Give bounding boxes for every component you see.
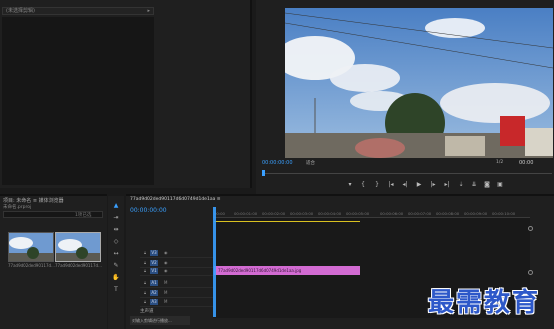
ruler-tick-label: 00:00:04:00	[318, 211, 342, 216]
program-scrub-bar[interactable]	[262, 168, 552, 174]
slip-tool-icon[interactable]: ↔	[112, 250, 120, 258]
project-clip-label: 77ad9d02ded90117d...	[55, 263, 102, 268]
status-bar: 对输入剪辑进行播放...	[130, 316, 190, 325]
ruler-tick-label: 00:00:06:00	[380, 211, 404, 216]
thumbnail-image	[56, 233, 100, 261]
selection-tool-icon[interactable]: ▲	[112, 202, 120, 210]
mark-in-icon[interactable]: {	[358, 181, 368, 189]
program-playhead[interactable]	[262, 170, 265, 176]
track-label[interactable]: V3	[150, 250, 158, 256]
scroll-handle[interactable]	[528, 226, 533, 231]
compare-icon[interactable]: ▣	[495, 181, 505, 189]
razor-tool-icon[interactable]: ◇	[112, 238, 120, 246]
scroll-handle[interactable]	[528, 270, 533, 275]
project-clip-thumbnail[interactable]	[55, 232, 101, 262]
timeline-timecode[interactable]: 00:00:00:00	[130, 207, 167, 214]
project-file-name: 未命名.prproj	[3, 205, 32, 210]
mute-icon[interactable]: M	[164, 280, 167, 285]
overwrite-icon[interactable]: ⇊	[469, 181, 479, 189]
eye-icon[interactable]: ◉	[164, 260, 168, 265]
track-label[interactable]: A2	[150, 290, 158, 296]
ruler-tick-label: 00:00:03:00	[290, 211, 314, 216]
play-icon[interactable]: ▶	[414, 181, 424, 189]
mark-out-icon[interactable]: }	[372, 181, 382, 189]
lock-icon[interactable]: 🔒︎	[144, 280, 146, 285]
source-clip-dropdown[interactable]: (未选择剪辑) ▸	[2, 7, 154, 15]
track-select-icon[interactable]: ⇥	[112, 214, 120, 222]
type-tool-icon[interactable]: T	[112, 286, 120, 294]
eye-icon[interactable]: ◉	[164, 268, 168, 273]
lock-icon[interactable]: 🔒︎	[144, 299, 146, 304]
chevron-right-icon: ▸	[147, 8, 150, 14]
project-tabs[interactable]: 项目: 未命名 ≡ 媒体浏览器	[3, 197, 64, 204]
hand-tool-icon[interactable]: ✋	[112, 274, 120, 282]
track-header-v1[interactable]: 🔒︎ V1 ◉	[140, 266, 213, 276]
track-header-a1[interactable]: 🔒︎ A1 M	[140, 278, 213, 288]
mute-icon[interactable]: M	[164, 299, 167, 304]
thumbnail-image	[9, 233, 53, 261]
program-timecode[interactable]: 00:00:00:00	[262, 160, 293, 166]
export-frame-icon[interactable]: ◙	[482, 181, 492, 189]
source-clip-label: (未选择剪辑)	[6, 8, 35, 14]
timeline-clip[interactable]: 77ad9d02ded90117d6d0749d1de1aa.jpg	[214, 266, 360, 275]
goto-out-icon[interactable]: ▸|	[442, 181, 452, 189]
ruler-tick-label: 00:00:02:00	[262, 211, 286, 216]
lock-icon[interactable]: 🔒︎	[144, 250, 146, 255]
source-viewer	[2, 17, 154, 185]
ruler-tick-label: 00:00:01:00	[234, 211, 258, 216]
lock-icon[interactable]: 🔒︎	[144, 268, 146, 273]
track-label[interactable]: A3	[150, 299, 158, 305]
ruler-tick-label: 00:00:08:00	[436, 211, 460, 216]
mute-icon[interactable]: M	[164, 290, 167, 295]
ruler-tick-label: 00:00:10:00	[492, 211, 516, 216]
sequence-tab[interactable]: 77ad9d02ded90117d6d0749d1de1aa ≡	[130, 197, 221, 202]
eye-icon[interactable]: ◉	[164, 250, 168, 255]
resolution-dropdown[interactable]: 1/2	[496, 160, 503, 165]
pen-tool-icon[interactable]: ✎	[112, 262, 120, 270]
track-header-v3[interactable]: 🔒︎ V3 ◉	[140, 248, 213, 258]
project-clip-thumbnail[interactable]	[8, 232, 54, 262]
ripple-edit-icon[interactable]: ⇹	[112, 226, 120, 234]
track-label[interactable]: A1	[150, 280, 158, 286]
ruler-tick-label: 00:00:05:00	[346, 211, 370, 216]
step-forward-icon[interactable]: |▸	[428, 181, 438, 189]
ruler-tick-label: 00:00:07:00	[408, 211, 432, 216]
watermark-logo: 最需教育	[428, 288, 541, 318]
video-frame-image	[285, 8, 553, 158]
marker-icon[interactable]: ▾	[345, 181, 355, 189]
zoom-fit-dropdown[interactable]: 适合	[306, 160, 315, 166]
lock-icon[interactable]: 🔒︎	[144, 260, 146, 265]
program-duration: 00:00	[519, 160, 534, 166]
insert-icon[interactable]: ⇣	[456, 181, 466, 189]
work-area-bar[interactable]	[214, 221, 360, 222]
track-header-a3[interactable]: 🔒︎ A3 M	[140, 297, 213, 307]
project-selection-count: 1项已选	[75, 213, 92, 218]
ruler-tick-label: 00:00:09:00	[464, 211, 488, 216]
lock-icon[interactable]: 🔒︎	[144, 290, 146, 295]
track-label[interactable]: V1	[150, 268, 158, 274]
goto-in-icon[interactable]: |◂	[386, 181, 396, 189]
step-back-icon[interactable]: ◂|	[400, 181, 410, 189]
timeline-playhead[interactable]	[213, 207, 216, 317]
master-track-label: 主声道	[140, 309, 154, 314]
project-clip-label: 77ad9d02ded90117d...	[8, 263, 55, 268]
program-video-frame	[285, 8, 553, 158]
